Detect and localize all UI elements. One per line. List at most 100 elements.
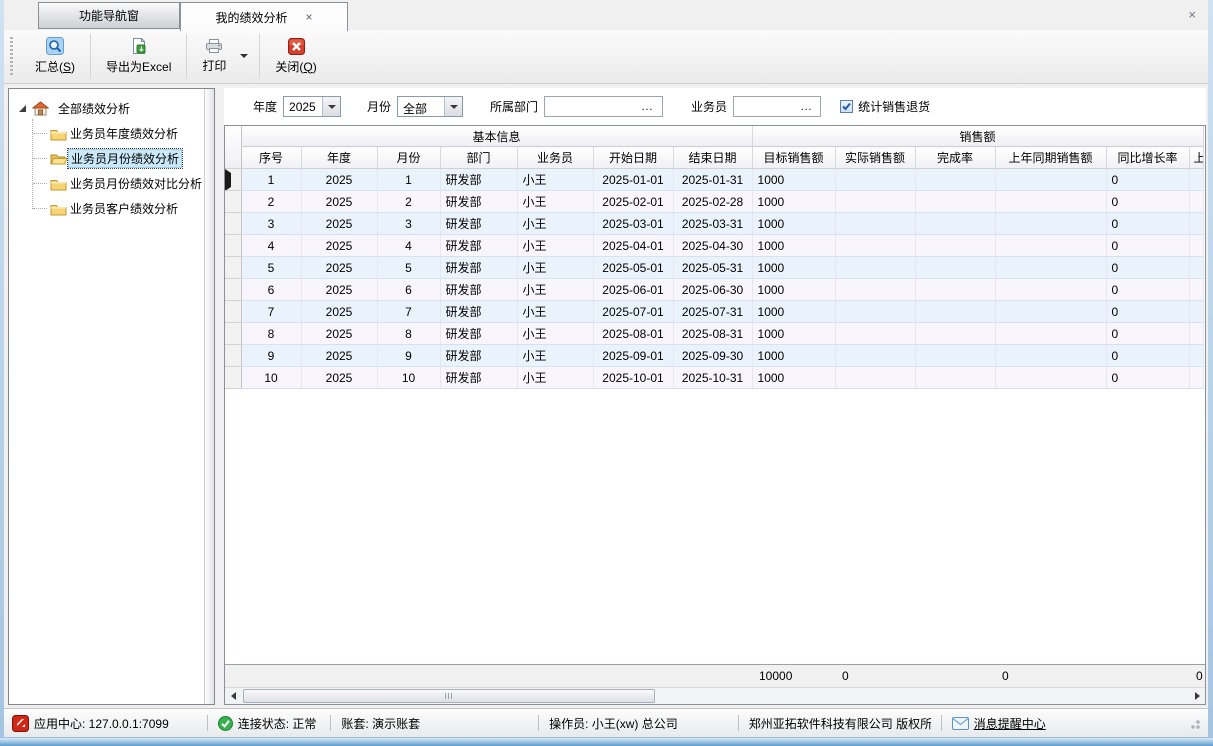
- cell[interactable]: 小王: [517, 279, 593, 301]
- message-center-link[interactable]: 消息提醒中心: [952, 715, 1046, 732]
- cell[interactable]: 研发部: [440, 235, 517, 257]
- cell[interactable]: [835, 235, 915, 257]
- cell[interactable]: [835, 367, 915, 389]
- cell[interactable]: [835, 169, 915, 191]
- tree-item-monthly-analysis[interactable]: 业务员月份绩效分析: [9, 146, 214, 171]
- cell[interactable]: 1000: [752, 169, 835, 191]
- tree-root-all-performance[interactable]: 全部绩效分析: [9, 96, 214, 121]
- cell[interactable]: [1189, 279, 1203, 301]
- cell[interactable]: [1189, 323, 1203, 345]
- table-row[interactable]: 820258研发部小王2025-08-012025-08-3110000: [225, 323, 1203, 345]
- cell[interactable]: [915, 235, 995, 257]
- cell[interactable]: 9: [377, 345, 440, 367]
- column-header-9[interactable]: 完成率: [915, 147, 995, 169]
- cell[interactable]: 2025: [301, 279, 377, 301]
- cell[interactable]: 1: [241, 169, 301, 191]
- cell[interactable]: 2025-04-01: [593, 235, 673, 257]
- cell[interactable]: 0: [1106, 301, 1189, 323]
- cell[interactable]: 0: [1106, 345, 1189, 367]
- export-excel-button[interactable]: 导出为Excel: [94, 32, 183, 80]
- column-header-6[interactable]: 结束日期: [673, 147, 752, 169]
- cell[interactable]: 1000: [752, 367, 835, 389]
- cell[interactable]: 研发部: [440, 301, 517, 323]
- cell[interactable]: 2025-01-31: [673, 169, 752, 191]
- column-header-7[interactable]: 目标销售额: [752, 147, 835, 169]
- cell[interactable]: 研发部: [440, 323, 517, 345]
- cell[interactable]: 2025: [301, 191, 377, 213]
- cell[interactable]: [995, 257, 1106, 279]
- row-header-cell[interactable]: [225, 235, 241, 257]
- cell[interactable]: 1000: [752, 235, 835, 257]
- cell[interactable]: 2025: [301, 301, 377, 323]
- cell[interactable]: [915, 169, 995, 191]
- cell[interactable]: [835, 279, 915, 301]
- row-header-cell[interactable]: [225, 257, 241, 279]
- cell[interactable]: [835, 345, 915, 367]
- cell[interactable]: [1189, 345, 1203, 367]
- tree-expander-icon[interactable]: [19, 105, 26, 112]
- column-header-12[interactable]: 上: [1189, 147, 1203, 169]
- table-row[interactable]: 320253研发部小王2025-03-012025-03-3110000: [225, 213, 1203, 235]
- cell[interactable]: 0: [1106, 257, 1189, 279]
- print-dropdown-arrow-icon[interactable]: [240, 54, 248, 58]
- cell[interactable]: 2025: [301, 367, 377, 389]
- tab-close-icon[interactable]: ×: [306, 11, 313, 23]
- cell[interactable]: 2025: [301, 169, 377, 191]
- cell[interactable]: [835, 213, 915, 235]
- cell[interactable]: 7: [241, 301, 301, 323]
- scrollbar-thumb[interactable]: [243, 689, 655, 703]
- cell[interactable]: 1000: [752, 257, 835, 279]
- cell[interactable]: [1189, 191, 1203, 213]
- cell[interactable]: 2025-08-01: [593, 323, 673, 345]
- table-row[interactable]: 920259研发部小王2025-09-012025-09-3010000: [225, 345, 1203, 367]
- cell[interactable]: 2025: [301, 235, 377, 257]
- cell[interactable]: 0: [1106, 169, 1189, 191]
- month-dropdown-button[interactable]: [444, 97, 462, 116]
- cell[interactable]: 3: [377, 213, 440, 235]
- cell[interactable]: [915, 323, 995, 345]
- cell[interactable]: 2025-03-01: [593, 213, 673, 235]
- cell[interactable]: 2025-05-31: [673, 257, 752, 279]
- cell[interactable]: 0: [1106, 367, 1189, 389]
- cell[interactable]: 2: [377, 191, 440, 213]
- cell[interactable]: 1000: [752, 213, 835, 235]
- tree-vertical-scrollbar[interactable]: [204, 89, 214, 704]
- month-combobox[interactable]: 全部: [397, 96, 463, 117]
- cell[interactable]: 9: [241, 345, 301, 367]
- year-dropdown-button[interactable]: [322, 97, 340, 116]
- cell[interactable]: 7: [377, 301, 440, 323]
- cell[interactable]: 2025-06-01: [593, 279, 673, 301]
- row-header-cell[interactable]: [225, 345, 241, 367]
- cell[interactable]: 小王: [517, 301, 593, 323]
- cell[interactable]: 1000: [752, 345, 835, 367]
- cell[interactable]: 2025-02-01: [593, 191, 673, 213]
- cell[interactable]: 1000: [752, 301, 835, 323]
- cell[interactable]: 0: [1106, 323, 1189, 345]
- row-header-cell[interactable]: [225, 191, 241, 213]
- row-header-cell[interactable]: [225, 301, 241, 323]
- cell[interactable]: [995, 301, 1106, 323]
- cell[interactable]: 2025-08-31: [673, 323, 752, 345]
- tab-my-performance[interactable]: 我的绩效分析 ×: [180, 2, 348, 31]
- table-row[interactable]: 520255研发部小王2025-05-012025-05-3110000: [225, 257, 1203, 279]
- cell[interactable]: 2025: [301, 213, 377, 235]
- cell[interactable]: 小王: [517, 257, 593, 279]
- cell[interactable]: 10: [377, 367, 440, 389]
- cell[interactable]: [1189, 257, 1203, 279]
- cell[interactable]: 2025-09-01: [593, 345, 673, 367]
- table-row[interactable]: 420254研发部小王2025-04-012025-04-3010000: [225, 235, 1203, 257]
- cell[interactable]: [995, 345, 1106, 367]
- cell[interactable]: 2025-07-31: [673, 301, 752, 323]
- column-header-5[interactable]: 开始日期: [593, 147, 673, 169]
- cell[interactable]: 4: [377, 235, 440, 257]
- horizontal-scrollbar[interactable]: [225, 687, 1205, 704]
- cell[interactable]: 4: [241, 235, 301, 257]
- cell[interactable]: 2: [241, 191, 301, 213]
- scroll-left-button[interactable]: [225, 688, 241, 704]
- cell[interactable]: 0: [1106, 191, 1189, 213]
- cell[interactable]: 2025-02-28: [673, 191, 752, 213]
- cell[interactable]: 2025-10-31: [673, 367, 752, 389]
- cell[interactable]: [915, 367, 995, 389]
- table-row[interactable]: 220252研发部小王2025-02-012025-02-2810000: [225, 191, 1203, 213]
- cell[interactable]: [1189, 169, 1203, 191]
